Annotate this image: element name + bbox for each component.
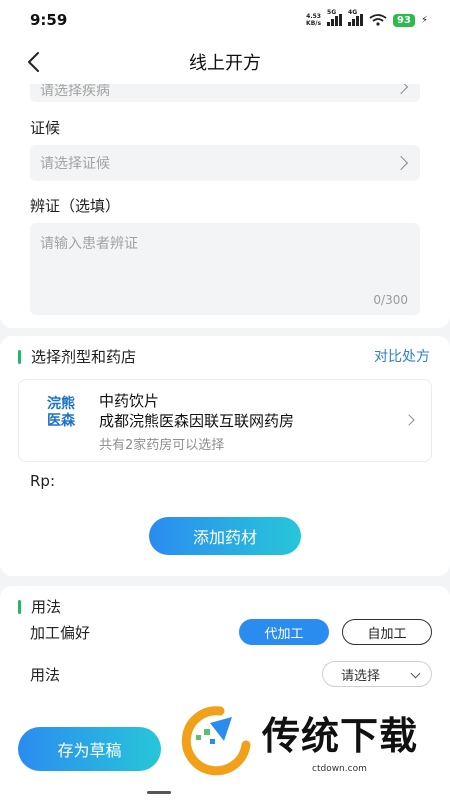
watermark-text: 传统下载 [262, 714, 419, 758]
syndrome-label: 证候 [30, 119, 61, 137]
differentiation-textarea[interactable]: 请输入患者辨证 0/300 [30, 223, 420, 315]
pharmacy-count: 共有2家药房可以选择 [99, 438, 225, 453]
dosage-type: 中药饮片 [99, 392, 160, 410]
wifi-icon [369, 14, 387, 26]
section-header: 用法 [18, 596, 61, 617]
rp-label: Rp: [30, 472, 55, 490]
network-speed: 4.53 KB/s [306, 13, 322, 27]
status-icons: 4.53 KB/s 5G 4G 93 ⚡ [306, 9, 428, 27]
section-accent-bar [18, 349, 21, 364]
differentiation-placeholder: 请输入患者辨证 [40, 236, 138, 252]
signal-5g-icon: 5G [327, 9, 343, 26]
home-indicator [147, 791, 171, 794]
section-accent-bar [18, 599, 21, 614]
dosage-pharmacy-section: 选择剂型和药店 对比处方 浣熊 医森 中药饮片 成都浣熊医森因联互联网药房 共有… [0, 336, 450, 576]
back-arrow-icon[interactable] [22, 50, 46, 74]
chevron-right-icon [393, 155, 409, 171]
compare-prescription-link[interactable]: 对比处方 [374, 346, 430, 366]
pharmacy-card[interactable]: 浣熊 医森 中药饮片 成都浣熊医森因联互联网药房 共有2家药房可以选择 [18, 379, 432, 462]
nav-bar: 线上开方 [0, 40, 450, 84]
chevron-right-icon [393, 84, 409, 95]
signal-4g-icon: 4G [348, 9, 364, 26]
option-self-processing[interactable]: 自加工 [342, 619, 432, 645]
processing-label: 加工偏好 [30, 624, 91, 642]
section-title: 用法 [31, 598, 62, 616]
syndrome-select[interactable]: 请选择证候 [30, 145, 420, 181]
section-header: 选择剂型和药店 [18, 346, 136, 367]
pharmacy-logo: 浣熊 医森 [47, 396, 75, 429]
usage-select[interactable]: 请选择 [322, 661, 432, 687]
status-bar: 9:59 4.53 KB/s 5G 4G 93 ⚡ [0, 0, 450, 40]
status-time: 9:59 [30, 11, 68, 29]
differentiation-label: 辨证（选填） [30, 197, 121, 215]
battery-icon: 93 [393, 13, 415, 27]
disease-select[interactable]: 请选择疾病 [30, 84, 420, 102]
option-agent-processing[interactable]: 代加工 [239, 619, 329, 645]
add-herb-button[interactable]: 添加药材 [149, 517, 301, 555]
save-draft-button[interactable]: 存为草稿 [18, 727, 161, 771]
pharmacy-name: 成都浣熊医森因联互联网药房 [99, 412, 295, 430]
char-counter: 0/300 [373, 293, 408, 307]
usage-select-value: 请选择 [341, 668, 381, 684]
page-title: 线上开方 [189, 53, 261, 74]
watermark-logo-icon [181, 706, 251, 776]
usage-label: 用法 [30, 666, 61, 684]
section-title: 选择剂型和药店 [31, 348, 137, 366]
diagnosis-section: 请选择疾病 证候 请选择证候 辨证（选填） 请输入患者辨证 0/300 [0, 84, 450, 328]
syndrome-placeholder: 请选择证候 [40, 156, 110, 172]
disease-placeholder: 请选择疾病 [40, 84, 110, 99]
charging-icon: ⚡ [420, 14, 428, 26]
watermark-url: ctdown.com [312, 764, 367, 774]
chevron-down-icon [410, 668, 421, 679]
chevron-right-icon [403, 414, 415, 426]
